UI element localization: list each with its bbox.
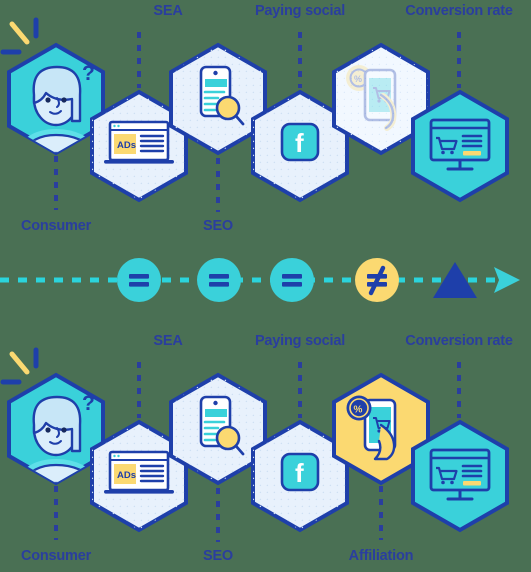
facebook-icon: f [280, 122, 320, 162]
percent-glyph: % [354, 405, 363, 416]
ads-laptop-icon: ADs [104, 120, 174, 164]
equals-node-3[interactable] [270, 258, 314, 302]
spark-burst-icon [0, 347, 39, 385]
ads-label: ADs [117, 470, 136, 481]
axis-arrowhead [494, 267, 520, 293]
spark-burst-icon [0, 17, 39, 55]
hex-consumer[interactable]: ? [7, 42, 105, 156]
label-consumer: Consumer [20, 548, 92, 564]
equals-node-1[interactable] [117, 258, 161, 302]
funnel-row-with-affiliation: ? ADs f % SEA Paying social Conversion r… [0, 330, 531, 572]
label-affiliation: Affiliation [348, 548, 414, 564]
facebook-glyph: f [295, 128, 304, 158]
diagram-canvas: ? ADs f % SEA Paying social Conversion r… [0, 0, 531, 572]
label-sea: SEA [153, 3, 183, 19]
facebook-icon: f [280, 452, 320, 492]
facebook-glyph: f [295, 458, 304, 488]
label-seo: SEO [202, 218, 234, 234]
ads-label: ADs [117, 140, 136, 151]
label-sea: SEA [153, 333, 183, 349]
comparison-axis-graphics [0, 258, 520, 302]
label-conversion-rate: Conversion rate [405, 3, 513, 19]
label-conversion-rate: Conversion rate [405, 333, 513, 349]
comparison-axis [0, 240, 531, 332]
ads-laptop-icon: ADs [104, 450, 174, 494]
equals-node-2[interactable] [197, 258, 241, 302]
funnel-row-without-affiliation: ? ADs f % SEA Paying social Conversion r… [0, 0, 531, 242]
discount-badge-icon: % [346, 395, 372, 421]
label-seo: SEO [202, 548, 234, 564]
label-paying-social: Paying social [254, 333, 346, 349]
label-paying-social: Paying social [254, 3, 346, 19]
hex-consumer[interactable]: ? [7, 372, 105, 486]
row-bottom-graphics: ? ADs f % [0, 347, 509, 542]
label-consumer: Consumer [20, 218, 92, 234]
percent-glyph: % [354, 74, 362, 84]
row-top-graphics: ? ADs f % [0, 17, 509, 212]
not-equals-node[interactable] [355, 258, 399, 302]
